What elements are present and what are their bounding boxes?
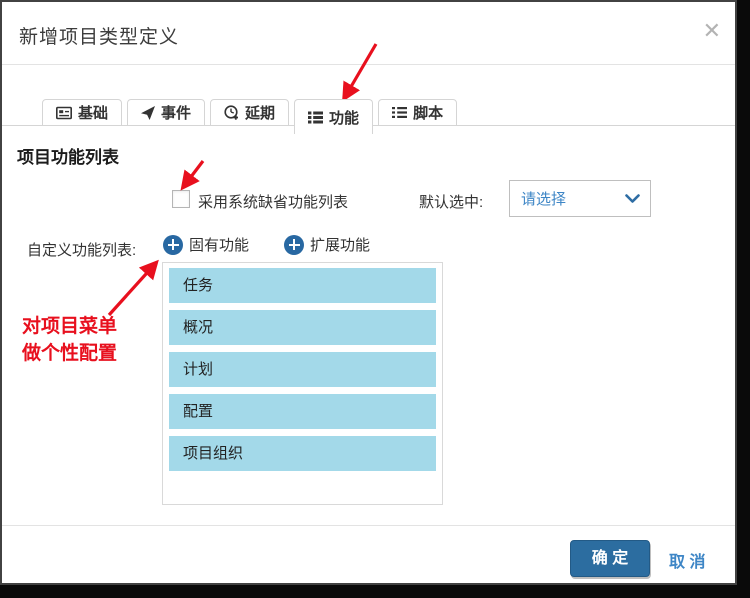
list-item-config[interactable]: 配置 [169,394,436,429]
tab-bar: 基础 事件 延期 功能 [2,99,735,126]
tab-delay[interactable]: 延期 [210,99,289,126]
header-divider [2,64,735,65]
add-button-label: 扩展功能 [310,234,370,255]
form-icon [56,106,72,120]
list-item-task[interactable]: 任务 [169,268,436,303]
tab-label: 延期 [245,102,275,123]
list-item-organization[interactable]: 项目组织 [169,436,436,471]
default-selected-label: 默认选中: [419,191,483,212]
red-annotation-text: 对项目菜单 做个性配置 [22,313,117,367]
use-default-list-label: 采用系统缺省功能列表 [198,191,348,212]
tab-label: 基础 [78,102,108,123]
panel-heading: 项目功能列表 [17,143,119,168]
add-project-type-dialog: 新增项目类型定义 ✕ 基础 事件 延期 [0,0,737,585]
function-listbox: 任务 概况 计划 配置 项目组织 [162,262,443,505]
plus-circle-icon [284,235,304,255]
chevron-down-icon [625,194,640,204]
add-inherent-function-button[interactable]: 固有功能 [163,234,249,255]
list-lines-icon [392,106,407,119]
arrow-to-checkbox [184,161,203,186]
ok-button[interactable]: 确 定 [570,540,650,577]
annotation-line2: 做个性配置 [22,340,117,367]
tab-label: 事件 [161,102,191,123]
arrow-to-function-tab [345,44,376,97]
list-item-overview[interactable]: 概况 [169,310,436,345]
clock-icon [224,105,239,120]
tab-label: 功能 [329,107,359,128]
annotation-line1: 对项目菜单 [22,313,117,340]
default-selected-dropdown[interactable]: 请选择 [509,180,651,217]
dropdown-value: 请选择 [521,188,625,209]
tab-script[interactable]: 脚本 [378,99,457,126]
send-icon [141,106,155,120]
screenshot-stage: 新增项目类型定义 ✕ 基础 事件 延期 [0,0,750,598]
close-icon[interactable]: ✕ [703,20,721,42]
plus-circle-icon [163,235,183,255]
list-solid-icon [308,111,323,124]
tab-basic[interactable]: 基础 [42,99,122,126]
add-extended-function-button[interactable]: 扩展功能 [284,234,370,255]
custom-list-label: 自定义功能列表: [27,239,136,260]
cancel-button[interactable]: 取 消 [669,548,705,572]
tab-event[interactable]: 事件 [127,99,205,126]
add-button-label: 固有功能 [189,234,249,255]
use-default-list-checkbox[interactable] [172,190,190,208]
footer-divider [2,525,735,526]
tab-label: 脚本 [413,102,443,123]
list-item-plan[interactable]: 计划 [169,352,436,387]
arrow-to-add-button [109,264,155,315]
tab-function[interactable]: 功能 [294,99,373,134]
dialog-title: 新增项目类型定义 [19,22,179,49]
